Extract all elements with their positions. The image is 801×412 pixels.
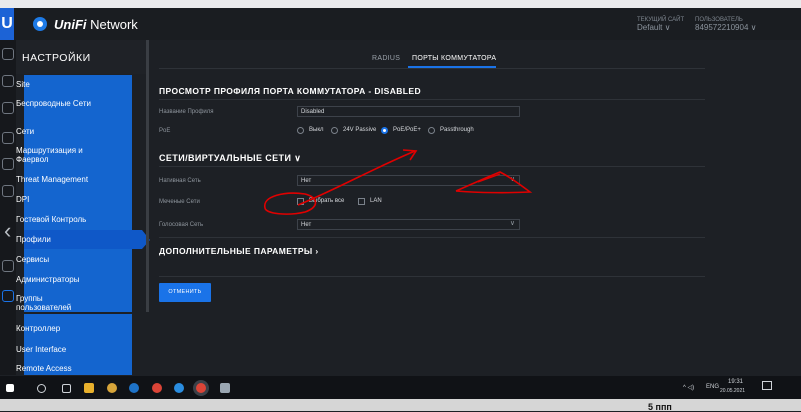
map-icon[interactable] (2, 102, 14, 114)
select-all-checkbox[interactable] (297, 198, 304, 205)
collapse-sidebar-icon[interactable]: ‹ (4, 218, 11, 244)
divider (159, 276, 705, 277)
alerts-icon[interactable] (2, 260, 14, 272)
bookmarks-bar (0, 0, 801, 8)
ubiquiti-logo-icon[interactable]: U (0, 8, 14, 40)
edge-icon[interactable] (174, 383, 184, 393)
profile-title: ПРОСМОТР ПРОФИЛЯ ПОРТА КОММУТАТОРА - DIS… (159, 86, 422, 96)
chevron-down-icon: ∨ (509, 220, 515, 227)
devices-icon[interactable] (2, 132, 14, 144)
nav-separator (24, 312, 132, 314)
language-indicator[interactable]: ENG (706, 384, 719, 390)
app-header: U UniFi Network ТЕКУЩИЙ САЙТ Default ∨ П… (0, 8, 801, 40)
lan-label: LAN (370, 198, 382, 204)
divider (159, 237, 705, 238)
chrome-active-icon[interactable] (196, 383, 206, 393)
divider (159, 99, 705, 100)
app-icon[interactable] (107, 383, 117, 393)
divider (159, 166, 705, 167)
site-selector[interactable]: ТЕКУЩИЙ САЙТ Default ∨ (637, 17, 684, 32)
notifications-icon[interactable] (762, 381, 772, 390)
sidebar-item-networks[interactable]: Сети (16, 127, 34, 136)
ie-icon[interactable] (129, 383, 139, 393)
sidebar-item-wireless[interactable]: Беспроводные Сети (16, 99, 96, 108)
statistics-icon[interactable] (2, 75, 14, 87)
cancel-button[interactable]: ОТМЕНИТЬ (159, 283, 211, 302)
sidebar-item-user-groups[interactable]: Группы пользователей (16, 294, 96, 312)
sidebar-item-controller[interactable]: Контроллер (16, 324, 60, 333)
chevron-down-icon: ∨ (294, 153, 302, 163)
poe-plus-radio[interactable] (381, 127, 388, 134)
advanced-section-toggle[interactable]: ДОПОЛНИТЕЛЬНЫЕ ПАРАМЕТРЫ › (159, 246, 319, 256)
tab-active-underline (408, 66, 496, 68)
voice-network-select[interactable]: Нет ∨ (297, 219, 520, 230)
poe-passthrough-radio[interactable] (428, 127, 435, 134)
tagged-networks-label: Меченые Сети (159, 199, 200, 205)
sidebar-item-threat[interactable]: Threat Management (16, 175, 88, 184)
voice-network-label: Голосовая Сеть (159, 222, 204, 228)
windows-taskbar (0, 376, 801, 399)
chevron-down-icon: ∨ (509, 176, 515, 183)
bottom-strip (0, 399, 801, 411)
sidebar-scrollbar[interactable] (146, 40, 149, 312)
poe-passthrough-label: Passthrough (440, 127, 474, 133)
poe-24v-radio[interactable] (331, 127, 338, 134)
dashboard-icon[interactable] (2, 48, 14, 60)
task-view-icon[interactable] (62, 384, 71, 393)
sidebar-item-guest[interactable]: Гостевой Контроль (16, 215, 86, 224)
profile-name-label: Название Профиля (159, 109, 214, 115)
sidebar-item-dpi[interactable]: DPI (16, 195, 29, 204)
app-title: UniFi Network (54, 17, 138, 32)
unifi-logo-icon (33, 17, 47, 31)
poe-plus-label: PoE/PoE+ (393, 127, 421, 133)
main-nav-icons (0, 40, 16, 375)
sidebar-item-ui[interactable]: User Interface (16, 345, 66, 354)
settings-title: НАСТРОЙКИ (22, 52, 91, 64)
poe-24v-label: 24V Passive (343, 127, 377, 133)
settings-icon[interactable] (2, 290, 14, 302)
lan-checkbox[interactable] (358, 198, 365, 205)
select-all-label: Выбрать все (309, 198, 345, 204)
chevron-right-icon: › (315, 246, 319, 256)
tab-divider (159, 68, 705, 69)
profile-name-input[interactable]: Disabled (297, 106, 520, 117)
sidebar-item-profiles[interactable]: Профили (16, 235, 51, 244)
native-network-select[interactable]: Нет ∨ (297, 175, 520, 186)
networks-section-toggle[interactable]: СЕТИ/ВИРТУАЛЬНЫЕ СЕТИ ∨ (159, 153, 301, 164)
user-menu[interactable]: ПОЛЬЗОВАТЕЛЬ 849572210904 ∨ (695, 17, 756, 32)
poe-off-radio[interactable] (297, 127, 304, 134)
search-icon[interactable] (37, 384, 46, 393)
sidebar-item-admins[interactable]: Администраторы (16, 275, 79, 284)
sidebar-item-services[interactable]: Сервисы (16, 255, 49, 264)
poe-off-label: Выкл (309, 127, 324, 133)
tab-switch-ports[interactable]: ПОРТЫ КОММУТАТОРА (412, 55, 496, 62)
tab-radius[interactable]: RADIUS (372, 55, 400, 62)
insights-icon[interactable] (2, 185, 14, 197)
sidebar-item-routing[interactable]: Маршрутизация и Фаервол (16, 146, 106, 164)
clock-date[interactable]: 20.05.2021 (720, 388, 745, 394)
sidebar-item-site[interactable]: Site (16, 80, 30, 89)
tray-icons[interactable]: ^ ◁) (683, 384, 694, 391)
clients-icon[interactable] (2, 158, 14, 170)
sidebar-item-remote[interactable]: Remote Access (16, 364, 72, 373)
chrome-icon[interactable] (152, 383, 162, 393)
clock-time[interactable]: 19:31 (728, 379, 743, 385)
file-explorer-icon[interactable] (84, 383, 94, 393)
start-icon[interactable] (6, 384, 14, 392)
poe-label: PoE (159, 128, 171, 134)
tool-icon[interactable] (220, 383, 230, 393)
native-network-label: Нативная Сеть (159, 178, 201, 184)
